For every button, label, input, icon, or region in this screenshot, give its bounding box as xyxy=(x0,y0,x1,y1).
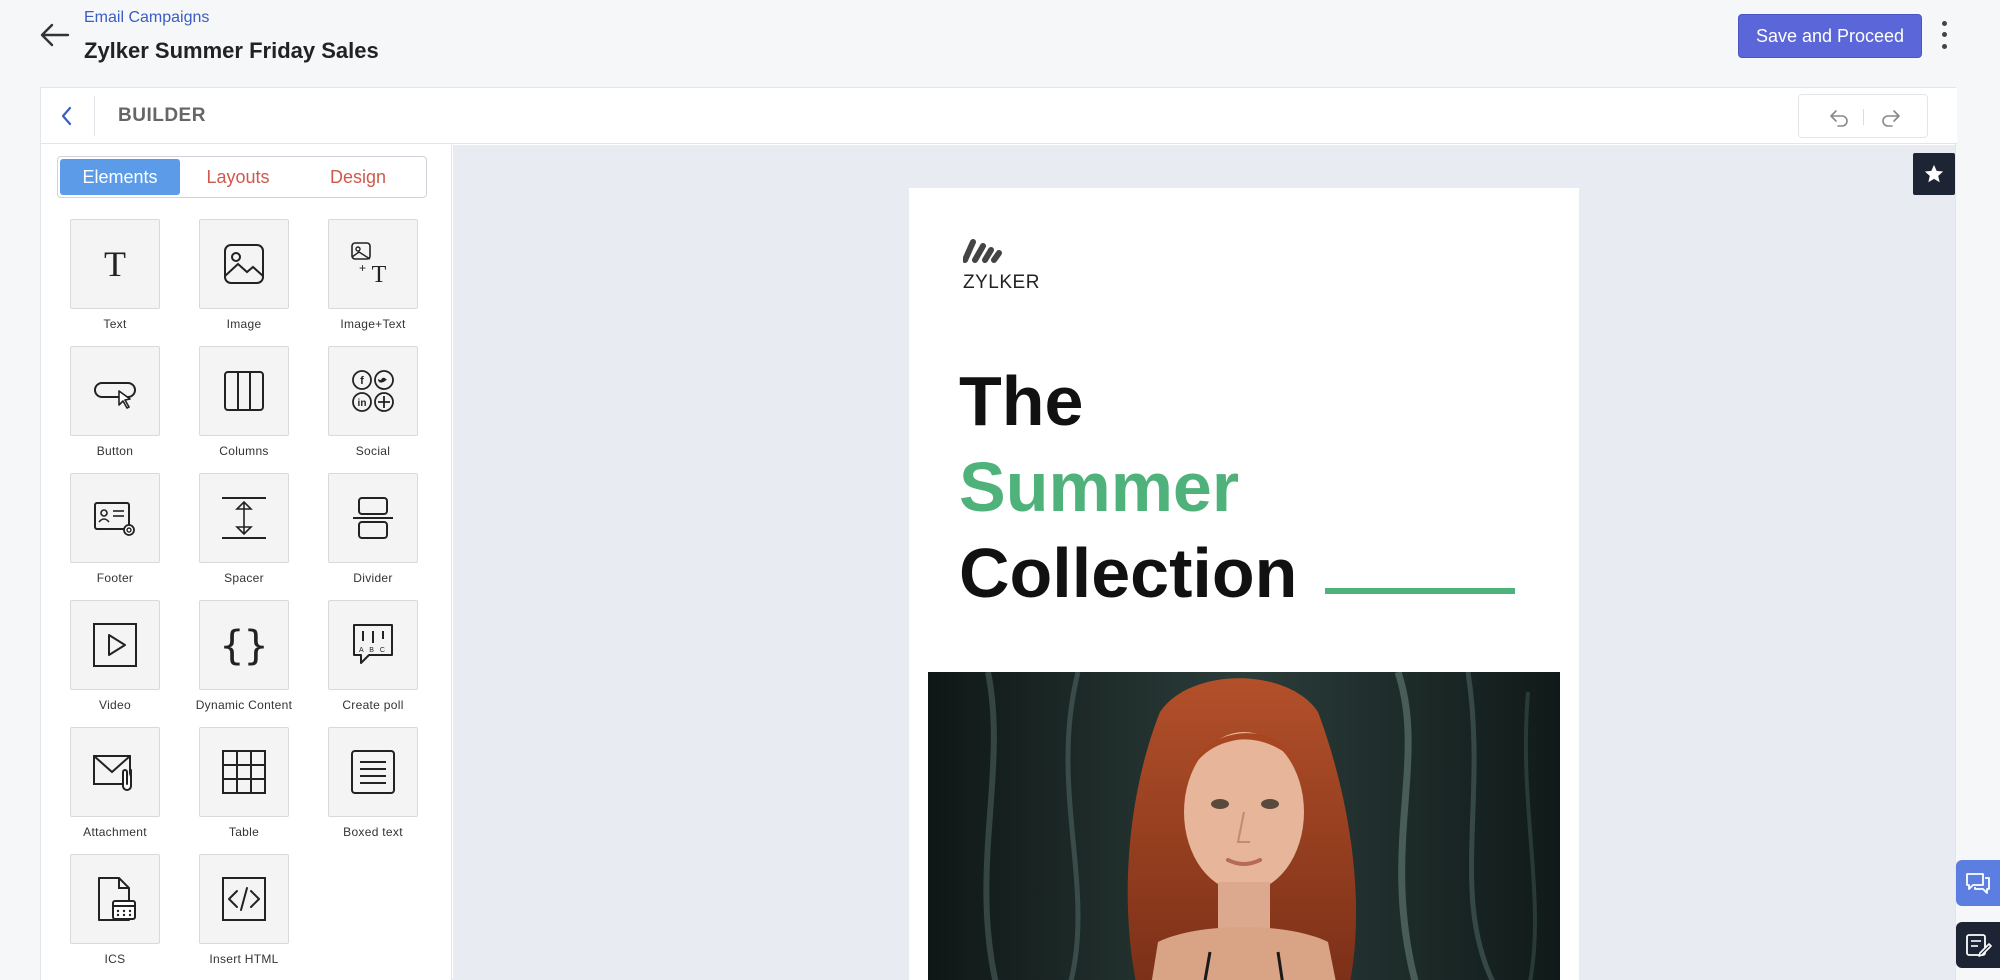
tab-design[interactable]: Design xyxy=(298,159,418,195)
element-text[interactable]: T Text xyxy=(70,219,160,339)
element-spacer[interactable]: Spacer xyxy=(199,473,289,593)
image-icon xyxy=(224,244,264,284)
element-label: Footer xyxy=(96,571,134,585)
columns-icon xyxy=(224,371,264,411)
builder-workspace: BUILDER Elements Layouts Design T Text I… xyxy=(40,87,1957,980)
element-label: Boxed text xyxy=(343,825,403,839)
elements-sidebar: Elements Layouts Design T Text Image + T … xyxy=(41,145,452,980)
email-preview[interactable]: ZYLKER The Summer Collection xyxy=(909,188,1579,980)
breadcrumb-email-campaigns[interactable]: Email Campaigns xyxy=(84,9,209,27)
notes-button[interactable] xyxy=(1956,922,2000,968)
svg-text:in: in xyxy=(358,398,367,409)
more-options-icon[interactable] xyxy=(1936,18,1952,52)
ics-icon xyxy=(98,877,136,921)
element-label: ICS xyxy=(104,952,126,966)
spacer-icon xyxy=(222,497,266,539)
video-icon xyxy=(93,623,137,667)
element-image[interactable]: Image xyxy=(199,219,289,339)
element-divider[interactable]: Divider xyxy=(328,473,418,593)
tab-elements[interactable]: Elements xyxy=(60,159,180,195)
star-icon xyxy=(1924,164,1944,183)
element-label: Video xyxy=(99,698,131,712)
notes-icon xyxy=(1966,934,1992,957)
image-text-icon: + T xyxy=(351,242,387,288)
headline-line-1: The xyxy=(959,362,1084,440)
element-attachment[interactable]: Attachment xyxy=(70,727,160,847)
element-label: Divider xyxy=(353,571,393,585)
element-label: Image xyxy=(226,317,262,331)
element-label: Create poll xyxy=(342,698,404,712)
back-arrow-icon[interactable] xyxy=(38,18,72,52)
element-social[interactable]: f in Social xyxy=(328,346,418,466)
table-icon xyxy=(222,750,266,794)
attachment-icon xyxy=(93,755,132,791)
toolbar-divider xyxy=(94,96,95,136)
hero-image[interactable] xyxy=(928,672,1560,980)
social-icon: f in xyxy=(352,370,394,412)
element-label: Attachment xyxy=(83,825,147,839)
element-label: Columns xyxy=(219,444,269,458)
logo-text: ZYLKER xyxy=(963,272,1040,293)
chat-icon xyxy=(1966,873,1990,894)
text-icon: T xyxy=(104,244,126,284)
element-ics[interactable]: ICS xyxy=(70,854,160,974)
element-label: Insert HTML xyxy=(209,952,279,966)
element-label: Table xyxy=(228,825,260,839)
chat-button[interactable] xyxy=(1956,860,2000,906)
insert-html-icon xyxy=(222,877,266,921)
headline-line-3: Collection xyxy=(959,534,1298,612)
undo-icon[interactable] xyxy=(1827,105,1851,129)
undo-redo-group xyxy=(1798,94,1928,138)
builder-label: BUILDER xyxy=(118,105,206,126)
element-insert-html[interactable]: Insert HTML xyxy=(199,854,289,974)
element-footer[interactable]: Footer xyxy=(70,473,160,593)
svg-text:T: T xyxy=(372,262,387,288)
element-columns[interactable]: Columns xyxy=(199,346,289,466)
dynamic-content-icon: {} xyxy=(220,623,268,669)
element-label: Dynamic Content xyxy=(195,698,293,712)
email-canvas: ZYLKER The Summer Collection xyxy=(453,145,1955,980)
element-label: Social xyxy=(355,444,391,458)
element-dynamic-content[interactable]: {} Dynamic Content xyxy=(196,600,292,720)
svg-text:f: f xyxy=(360,375,364,387)
element-label: Spacer xyxy=(224,571,264,585)
poll-icon: A B C xyxy=(353,624,393,664)
svg-text:+: + xyxy=(359,261,366,275)
element-video[interactable]: Video xyxy=(70,600,160,720)
element-label: Text xyxy=(103,317,127,331)
footer-icon xyxy=(94,502,135,536)
accent-divider xyxy=(1325,588,1515,594)
svg-text:A B C: A B C xyxy=(359,647,387,654)
builder-toolbar: BUILDER xyxy=(41,88,1957,144)
element-boxed-text[interactable]: Boxed text xyxy=(328,727,418,847)
svg-text:T: T xyxy=(104,244,126,284)
svg-text:{}: {} xyxy=(220,623,268,669)
save-and-proceed-button[interactable]: Save and Proceed xyxy=(1738,14,1922,58)
element-label: Image+Text xyxy=(340,317,406,331)
favorite-star-button[interactable] xyxy=(1913,153,1955,195)
undo-redo-divider xyxy=(1863,109,1864,125)
divider-icon xyxy=(353,497,393,539)
element-image-text[interactable]: + T Image+Text xyxy=(328,219,418,339)
zylker-logo-icon xyxy=(963,239,1002,263)
headline-line-2: Summer xyxy=(959,448,1240,526)
element-button[interactable]: Button xyxy=(70,346,160,466)
tab-layouts[interactable]: Layouts xyxy=(178,159,298,195)
element-table[interactable]: Table xyxy=(199,727,289,847)
element-create-poll[interactable]: A B C Create poll xyxy=(328,600,418,720)
campaign-title: Zylker Summer Friday Sales xyxy=(84,38,379,63)
top-bar: Email Campaigns Zylker Summer Friday Sal… xyxy=(0,0,2000,86)
chevron-left-icon[interactable] xyxy=(55,102,79,130)
sidebar-tabs: Elements Layouts Design xyxy=(57,156,427,198)
button-icon xyxy=(94,382,136,409)
boxed-text-icon xyxy=(351,750,395,794)
redo-icon[interactable] xyxy=(1879,105,1903,129)
element-label: Button xyxy=(96,444,134,458)
